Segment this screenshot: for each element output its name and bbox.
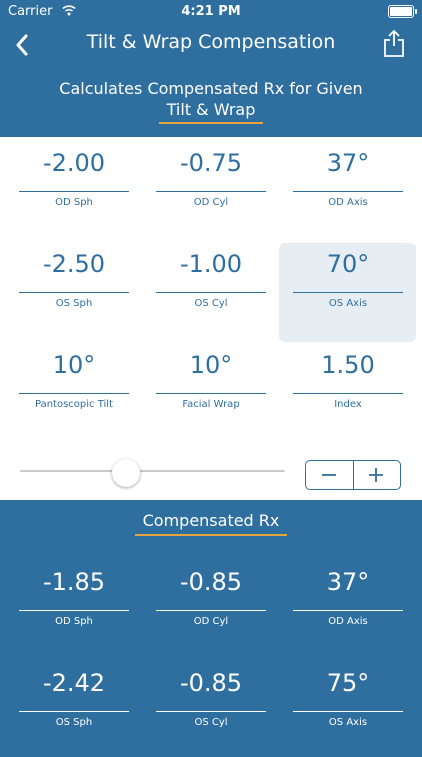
result-os-axis-value: 75° xyxy=(326,669,370,697)
od-sph-label: OD Sph xyxy=(55,197,93,208)
increment-button[interactable] xyxy=(353,461,400,489)
os-cyl-field[interactable]: -1.00 OS Cyl xyxy=(156,238,266,338)
pantoscopic-tilt-field[interactable]: 10° Pantoscopic Tilt xyxy=(19,339,129,439)
os-cyl-label: OS Cyl xyxy=(194,298,228,309)
os-axis-value: 70° xyxy=(326,250,370,278)
result-underline xyxy=(293,610,403,611)
result-panel: Compensated Rx -1.85 OD Sph -0.85 OD Cyl… xyxy=(0,500,422,750)
result-od-cyl: -0.85 OD Cyl xyxy=(156,556,266,656)
pantoscopic-tilt-label: Pantoscopic Tilt xyxy=(35,399,113,410)
field-underline xyxy=(19,292,129,293)
result-od-cyl-value: -0.85 xyxy=(179,568,243,596)
result-underline xyxy=(19,711,129,712)
result-underline xyxy=(156,711,266,712)
facial-wrap-label: Facial Wrap xyxy=(182,399,240,410)
share-icon[interactable] xyxy=(382,28,406,58)
od-cyl-value: -0.75 xyxy=(179,149,243,177)
os-axis-field[interactable]: 70° OS Axis xyxy=(293,238,403,338)
facial-wrap-value: 10° xyxy=(189,351,233,379)
value-stepper xyxy=(305,460,401,490)
result-od-sph-value: -1.85 xyxy=(42,568,106,596)
minus-icon xyxy=(322,474,336,476)
result-underline xyxy=(156,610,266,611)
back-chevron-icon[interactable] xyxy=(10,30,36,60)
input-panel: -2.00 OD Sph -0.75 OD Cyl 37° OD Axis -2… xyxy=(0,137,422,500)
calculator-subtitle: Calculates Compensated Rx for Given Tilt… xyxy=(40,78,382,124)
header: Carrier 4:21 PM Tilt & Wrap Compensation… xyxy=(0,0,422,137)
index-field[interactable]: 1.50 Index xyxy=(293,339,403,439)
result-underline xyxy=(293,711,403,712)
os-sph-field[interactable]: -2.50 OS Sph xyxy=(19,238,129,338)
index-value: 1.50 xyxy=(321,351,375,379)
os-sph-value: -2.50 xyxy=(42,250,106,278)
result-od-sph: -1.85 OD Sph xyxy=(19,556,129,656)
field-underline xyxy=(19,191,129,192)
page-title: Tilt & Wrap Compensation xyxy=(86,31,336,53)
result-os-cyl-label: OS Cyl xyxy=(194,717,228,728)
field-underline xyxy=(156,292,266,293)
os-sph-label: OS Sph xyxy=(55,298,93,309)
field-underline xyxy=(293,292,403,293)
pantoscopic-tilt-value: 10° xyxy=(52,351,96,379)
result-os-cyl-value: -0.85 xyxy=(179,669,243,697)
od-axis-value: 37° xyxy=(326,149,370,177)
od-cyl-field[interactable]: -0.75 OD Cyl xyxy=(156,137,266,237)
result-od-cyl-label: OD Cyl xyxy=(193,616,229,627)
result-underline xyxy=(19,610,129,611)
subtitle-line-2: Tilt & Wrap xyxy=(158,99,264,124)
result-od-axis: 37° OD Axis xyxy=(293,556,403,656)
result-od-axis-label: OD Axis xyxy=(328,616,368,627)
battery-icon xyxy=(388,5,417,18)
index-label: Index xyxy=(334,399,362,410)
nav-bar: Tilt & Wrap Compensation xyxy=(0,22,422,66)
od-axis-field[interactable]: 37° OD Axis xyxy=(293,137,403,237)
result-os-axis-label: OS Axis xyxy=(328,717,368,728)
field-underline xyxy=(156,191,266,192)
plus-icon xyxy=(369,468,383,482)
subtitle-line-1: Calculates Compensated Rx for Given xyxy=(59,79,363,98)
value-slider-thumb[interactable] xyxy=(112,459,140,487)
clock: 4:21 PM xyxy=(181,4,241,19)
field-underline xyxy=(293,393,403,394)
os-axis-label: OS Axis xyxy=(328,298,368,309)
field-underline xyxy=(156,393,266,394)
result-os-axis: 75° OS Axis xyxy=(293,657,403,757)
field-underline xyxy=(19,393,129,394)
od-axis-label: OD Axis xyxy=(328,197,368,208)
result-od-sph-label: OD Sph xyxy=(55,616,93,627)
od-sph-field[interactable]: -2.00 OD Sph xyxy=(19,137,129,237)
result-od-axis-value: 37° xyxy=(326,568,370,596)
field-underline xyxy=(293,191,403,192)
value-slider-track[interactable] xyxy=(20,470,285,472)
od-sph-value: -2.00 xyxy=(42,149,106,177)
result-title: Compensated Rx xyxy=(134,511,288,536)
os-cyl-value: -1.00 xyxy=(179,250,243,278)
result-os-sph-label: OS Sph xyxy=(55,717,93,728)
od-cyl-label: OD Cyl xyxy=(193,197,229,208)
result-os-sph-value: -2.42 xyxy=(42,669,106,697)
facial-wrap-field[interactable]: 10° Facial Wrap xyxy=(156,339,266,439)
status-bar: Carrier 4:21 PM xyxy=(0,0,422,22)
result-os-cyl: -0.85 OS Cyl xyxy=(156,657,266,757)
decrement-button[interactable] xyxy=(306,461,354,489)
result-os-sph: -2.42 OS Sph xyxy=(19,657,129,757)
